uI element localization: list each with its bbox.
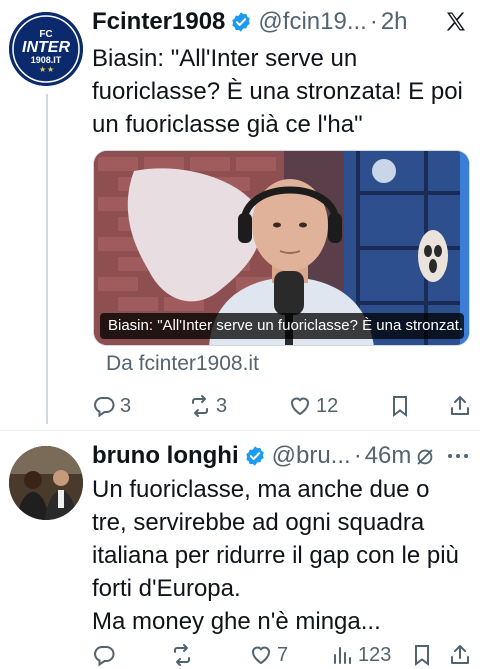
- author-handle[interactable]: @fcin19...: [258, 8, 366, 36]
- share-icon: [451, 645, 469, 664]
- views-button[interactable]: 123: [330, 641, 391, 669]
- tweet-actions: 7 123: [92, 641, 476, 669]
- separator: ·: [353, 442, 362, 469]
- avatar[interactable]: FC INTER 1908.IT ★ ★: [9, 12, 83, 86]
- video-caption: Biasin: "All'Inter serve un fuoriclasse?…: [100, 313, 464, 339]
- bookmark-icon: [415, 645, 429, 666]
- like-button[interactable]: 7: [249, 641, 288, 669]
- author-name[interactable]: bruno longhi: [92, 442, 239, 470]
- timestamp[interactable]: 46m: [365, 442, 412, 470]
- repost-icon: [192, 395, 208, 417]
- more-icon[interactable]: [446, 446, 470, 466]
- like-icon: [290, 397, 310, 416]
- views-icon: [334, 647, 351, 664]
- tweet-text: Biasin: "All'Inter serve un fuoriclasse?…: [92, 45, 463, 138]
- avatar[interactable]: [9, 446, 83, 520]
- x-logo-icon[interactable]: [444, 10, 468, 34]
- author-name[interactable]: Fcinter1908: [92, 8, 225, 36]
- verified-badge-icon: [232, 12, 251, 32]
- reply-icon: [94, 646, 115, 667]
- like-count: 12: [316, 394, 339, 417]
- repost-button[interactable]: [170, 641, 198, 669]
- reply-icon: [94, 397, 115, 418]
- svg-text:★: ★: [47, 65, 54, 74]
- reply-button[interactable]: [92, 641, 120, 669]
- avatar-text-site: 1908.IT: [31, 55, 62, 65]
- share-button[interactable]: [448, 392, 472, 420]
- repost-icon: [174, 644, 190, 666]
- author-handle[interactable]: @bru...: [272, 442, 351, 470]
- bookmark-icon: [393, 396, 407, 417]
- views-count: 123: [358, 643, 392, 666]
- share-button[interactable]: [448, 641, 472, 669]
- like-icon: [251, 646, 271, 665]
- link-source[interactable]: Da fcinter1908.it: [106, 352, 259, 376]
- avatar-text-inter: INTER: [22, 39, 70, 56]
- reply-count: 3: [120, 394, 132, 417]
- reply-button[interactable]: 3: [92, 392, 131, 420]
- timestamp[interactable]: 2h: [381, 8, 408, 36]
- bookmark-button[interactable]: [388, 392, 412, 420]
- like-button[interactable]: 12: [288, 392, 338, 420]
- grok-icon[interactable]: [414, 446, 436, 468]
- separator: ·: [369, 8, 378, 35]
- share-icon: [451, 396, 469, 415]
- repost-button[interactable]: 3: [188, 392, 227, 420]
- like-count: 7: [277, 643, 289, 666]
- verified-badge-icon: [245, 446, 264, 466]
- svg-text:★: ★: [39, 65, 46, 74]
- tweet-header: bruno longhi @bru... · 46m: [92, 438, 411, 474]
- media-video[interactable]: Biasin: "All'Inter serve un fuoriclasse?…: [93, 150, 470, 346]
- tweet-actions: 3 3 12: [92, 392, 476, 422]
- tweet-text: Un fuoriclasse, ma anche due o tre, serv…: [92, 476, 459, 635]
- bookmark-button[interactable]: [410, 641, 434, 669]
- repost-count: 3: [216, 394, 228, 417]
- tweet-header: Fcinter1908 @fcin19... · 2h: [92, 4, 408, 40]
